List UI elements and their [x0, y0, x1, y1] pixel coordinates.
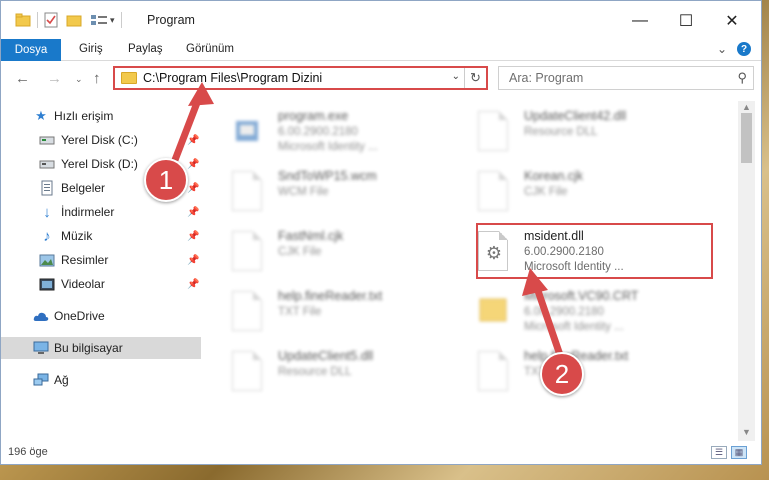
arrow-2: [532, 283, 564, 357]
callout-1: 1: [144, 158, 188, 202]
annotation-overlay: [171, 82, 564, 357]
callout-2: 2: [540, 352, 584, 396]
arrowhead-1: [188, 82, 214, 106]
arrowhead-2: [522, 268, 548, 296]
